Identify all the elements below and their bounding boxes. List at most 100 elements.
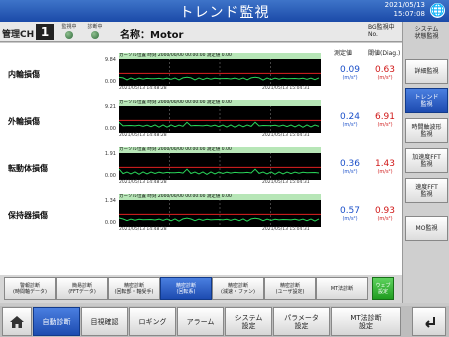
measured-unit: (m/s²) <box>342 122 358 128</box>
y-axis-max: 1.91 <box>104 151 116 157</box>
trend-row: 転動体損傷 1.91 0.00 カーソル位置 時刻 2000/00/00 00:… <box>0 147 402 185</box>
nav-system-settings[interactable]: システム 設定 <box>225 307 272 336</box>
back-button[interactable] <box>412 307 446 336</box>
measured-trace <box>118 76 320 81</box>
trend-chart <box>118 58 321 86</box>
time-end: 2021/05/13 15:04:31 <box>262 86 310 91</box>
status-header: 管理CH 1 監視中 診断中 名称：Motor BG監視中 No. <box>0 22 402 42</box>
time-start: 2021/05/13 14:48:28 <box>119 180 167 185</box>
management-ch-value[interactable]: 1 <box>36 24 54 40</box>
y-axis-min: 0.00 <box>104 126 116 132</box>
measured-value: 0.09 <box>339 65 361 75</box>
return-icon <box>425 316 435 328</box>
threshold-value: 1.43 <box>374 159 396 169</box>
machine-name: 名称：Motor <box>120 30 184 41</box>
clock-date: 2021/05/13 <box>384 1 425 9</box>
trend-chart <box>118 199 321 227</box>
diag-button-precision-rotation[interactable]: 精密診断 (回転系) <box>160 277 212 300</box>
y-axis-min: 0.00 <box>104 79 116 85</box>
globe-icon[interactable]: 🌐 <box>430 3 445 18</box>
trend-chart <box>118 105 321 133</box>
monitoring-lamp: 監視中 <box>58 23 80 39</box>
clock: 2021/05/13 15:07:08 <box>385 1 425 19</box>
measured-trace <box>118 121 320 128</box>
nav-auto-diagnosis[interactable]: 自動診断 <box>33 307 80 336</box>
measured-value: 0.57 <box>339 206 361 216</box>
clock-time: 15:07:08 <box>393 10 425 18</box>
management-ch-label: 管理CH <box>2 30 35 40</box>
trend-row: 保持器損傷 1.34 0.00 カーソル位置 時刻 2000/00/00 00:… <box>0 194 402 232</box>
trend-plot[interactable] <box>118 152 321 180</box>
measured-value: 0.36 <box>339 159 361 169</box>
nav-visual-check[interactable]: 目視確認 <box>81 307 128 336</box>
trend-panel: 測定値 閾値(Diag.) 内輪損傷 9.84 0.00 カーソル位置 時刻 2… <box>0 43 402 275</box>
monitoring-lamp-icon <box>65 31 73 39</box>
time-end: 2021/05/13 15:04:31 <box>262 133 310 138</box>
monitoring-lamp-label: 監視中 <box>61 24 77 30</box>
menu-system-status[interactable]: システム 状態監視 <box>405 26 448 40</box>
menu-detail-monitoring[interactable]: 詳細監視 <box>405 59 448 84</box>
y-axis-max: 9.21 <box>104 104 116 110</box>
measured-trace <box>118 217 320 222</box>
time-start: 2021/05/13 14:48:28 <box>119 227 167 232</box>
menu-accel-fft[interactable]: 加速度FFT 監視 <box>405 148 448 173</box>
threshold-unit: (m/s²) <box>377 169 393 175</box>
trend-label: 保持器損傷 <box>8 211 48 220</box>
time-start: 2021/05/13 14:48:28 <box>119 86 167 91</box>
trend-label: 転動体損傷 <box>8 164 48 173</box>
trend-plot[interactable] <box>118 199 321 227</box>
threshold-unit: (m/s²) <box>377 75 393 81</box>
nav-parameter-settings[interactable]: パラメータ 設定 <box>273 307 330 336</box>
diag-button-precision-gear[interactable]: 精密診断 (減速・ファン) <box>212 277 264 300</box>
trend-plot[interactable] <box>118 105 321 133</box>
time-start: 2021/05/13 14:48:28 <box>119 133 167 138</box>
home-button[interactable] <box>2 307 32 336</box>
diag-button-precision-user[interactable]: 精密診断 (ユーザ設定) <box>264 277 316 300</box>
measured-trace <box>118 168 320 175</box>
trend-label: 外輪損傷 <box>8 117 40 126</box>
y-axis-min: 0.00 <box>104 173 116 179</box>
time-end: 2021/05/13 15:04:31 <box>262 227 310 232</box>
bg-monitoring-label: BG監視中 No. <box>368 24 395 38</box>
side-menu: システム 状態監視 詳細監視 トレンド 監視 時間軸波形 監視 加速度FFT 監… <box>402 22 449 303</box>
menu-velocity-fft[interactable]: 速度FFT 監視 <box>405 178 448 203</box>
y-axis-max: 1.34 <box>104 198 116 204</box>
measured-unit: (m/s²) <box>342 169 358 175</box>
trend-chart <box>118 152 321 180</box>
nav-logging[interactable]: ロギング <box>129 307 176 336</box>
trend-row: 外輪損傷 9.21 0.00 カーソル位置 時刻 2000/00/00 00:0… <box>0 100 402 138</box>
bottom-nav: 自動診断 目視確認 ロギング アラーム システム 設定 パラメータ 設定 MT法… <box>0 306 449 337</box>
title-bar: トレンド監視 2021/05/13 15:07:08 🌐 <box>0 0 449 22</box>
home-icon <box>10 315 24 328</box>
time-end: 2021/05/13 15:04:31 <box>262 180 310 185</box>
cursor-info-bar: カーソル位置 時刻 2000/00/00 00:00:00 測定値 0.00 <box>119 147 321 153</box>
cursor-info-bar: カーソル位置 時刻 2000/00/00 00:00:00 測定値 0.00 <box>119 53 321 59</box>
cursor-info-bar: カーソル位置 時刻 2000/00/00 00:00:00 測定値 0.00 <box>119 100 321 106</box>
diagnosing-lamp: 診断中 <box>84 23 106 39</box>
diag-button-mt-method[interactable]: MT法診断 <box>316 277 368 300</box>
threshold-unit: (m/s²) <box>377 122 393 128</box>
trend-label: 内輪損傷 <box>8 70 40 79</box>
diagnosing-lamp-icon <box>91 31 99 39</box>
measured-value: 0.24 <box>339 112 361 122</box>
measured-unit: (m/s²) <box>342 75 358 81</box>
diagnosing-lamp-label: 診断中 <box>87 24 103 30</box>
measured-unit: (m/s²) <box>342 216 358 222</box>
nav-mt-settings[interactable]: MT法診断 設定 <box>331 307 401 336</box>
y-axis-min: 0.00 <box>104 220 116 226</box>
threshold-value: 6.91 <box>374 112 396 122</box>
trend-plot[interactable] <box>118 58 321 86</box>
nav-alarm[interactable]: アラーム <box>177 307 224 336</box>
web-settings-button[interactable]: ウェブ 設定 <box>372 277 394 300</box>
threshold-unit: (m/s²) <box>377 216 393 222</box>
diagnosis-button-bar: 警報診断 (時間軸データ) 簡易診断 (FFTデータ) 精密診断 (回転部・軸受… <box>0 275 402 303</box>
menu-mo-monitoring[interactable]: MO監視 <box>405 216 448 241</box>
diag-button-simple[interactable]: 簡易診断 (FFTデータ) <box>56 277 108 300</box>
threshold-value: 0.63 <box>374 65 396 75</box>
menu-time-waveform[interactable]: 時間軸波形 監視 <box>405 118 448 143</box>
diag-button-alarm[interactable]: 警報診断 (時間軸データ) <box>4 277 56 300</box>
cursor-info-bar: カーソル位置 時刻 2000/00/00 00:00:00 測定値 0.00 <box>119 194 321 200</box>
diag-button-precision-bearing[interactable]: 精密診断 (回転部・軸受手) <box>108 277 160 300</box>
menu-trend-monitoring[interactable]: トレンド 監視 <box>405 88 448 113</box>
y-axis-max: 9.84 <box>104 57 116 63</box>
